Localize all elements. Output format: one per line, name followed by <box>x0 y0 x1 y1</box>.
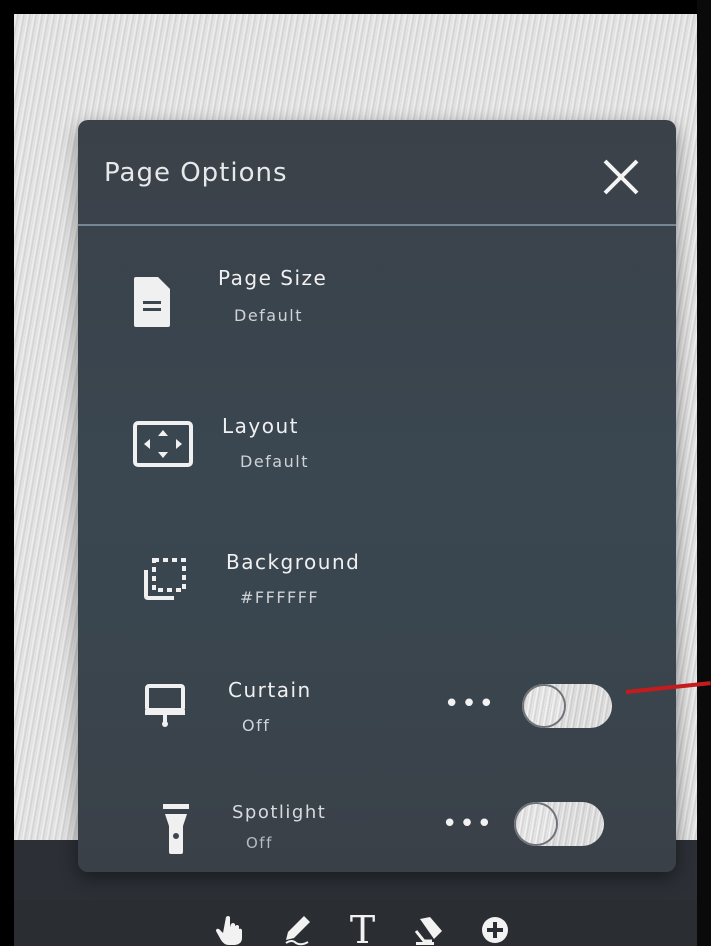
option-spotlight[interactable]: Spotlight Off ••• <box>78 786 676 872</box>
close-button[interactable] <box>598 154 644 200</box>
option-page-size[interactable]: Page Size Default <box>78 250 676 360</box>
option-layout[interactable]: Layout Default <box>78 390 676 500</box>
panel-header: Page Options <box>78 120 676 224</box>
panel-title: Page Options <box>104 158 288 188</box>
eraser-icon[interactable] <box>409 910 449 946</box>
hand-icon[interactable] <box>211 910 251 946</box>
spotlight-more-button[interactable]: ••• <box>442 811 494 837</box>
curtain-icon <box>144 682 186 728</box>
spotlight-icon <box>162 802 190 856</box>
option-value: #FFFFFF <box>240 588 320 607</box>
text-tool-glyph: T <box>349 908 376 946</box>
text-tool-icon[interactable]: T <box>343 910 383 946</box>
option-curtain[interactable]: Curtain Off ••• <box>78 660 676 770</box>
bottom-toolbar: T <box>14 900 711 946</box>
option-label: Page Size <box>218 266 328 290</box>
option-label: Spotlight <box>232 802 327 823</box>
bezel <box>697 0 711 946</box>
toggle-knob <box>516 804 556 844</box>
header-divider <box>78 224 676 226</box>
pen-icon[interactable] <box>277 910 317 946</box>
option-label: Curtain <box>228 678 312 702</box>
layout-icon <box>132 420 194 468</box>
toggle-knob <box>524 686 564 726</box>
add-icon[interactable] <box>475 910 515 946</box>
option-label: Background <box>226 550 361 574</box>
option-value: Off <box>246 834 273 852</box>
curtain-more-button[interactable]: ••• <box>444 691 496 717</box>
background-icon <box>142 556 188 602</box>
option-label: Layout <box>222 414 299 438</box>
option-background[interactable]: Background #FFFFFF <box>78 530 676 640</box>
option-value: Default <box>234 306 303 325</box>
option-value: Default <box>240 452 309 471</box>
page-options-panel: Page Options Page Size Default Layout De… <box>78 120 676 872</box>
curtain-toggle[interactable] <box>522 684 612 728</box>
spotlight-toggle[interactable] <box>514 802 604 846</box>
close-icon <box>603 159 639 195</box>
option-value: Off <box>242 716 271 735</box>
page-size-icon <box>130 274 174 330</box>
